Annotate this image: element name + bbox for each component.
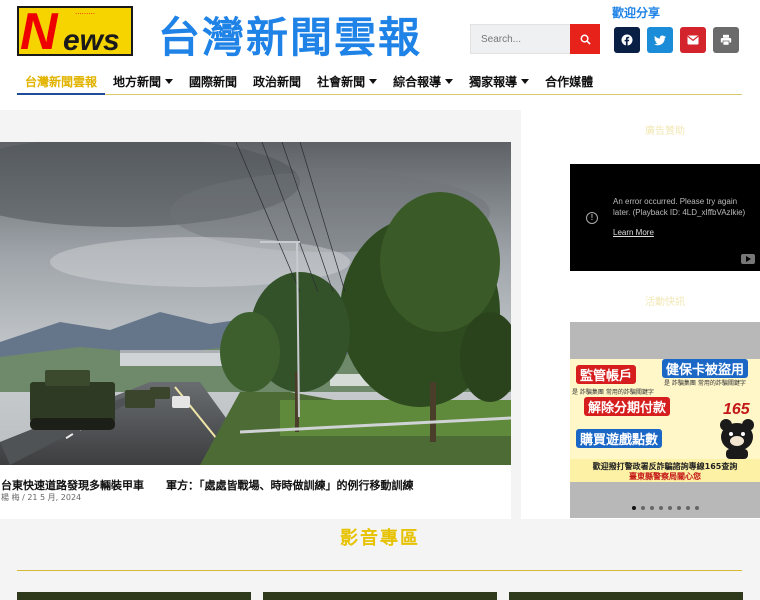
video-section-title: 影音專區	[340, 528, 420, 549]
email-icon	[687, 35, 699, 45]
nav-item-label: 獨家報導	[469, 74, 518, 89]
featured-article-title[interactable]: 台東快速道路發現多輛裝甲車 軍方：「處處皆戰場、時時做訓練」的例行移動訓練	[1, 477, 414, 493]
nav-item-3[interactable]: 政治新聞	[245, 68, 309, 94]
facebook-icon	[621, 34, 633, 46]
logo-tagline: ·········	[75, 10, 96, 18]
ad-heading: 廣告贊助	[645, 126, 685, 137]
featured-article-meta: 楊 梅 / 21 5 月, 2024	[1, 493, 82, 502]
video-thumbnail[interactable]	[509, 592, 743, 600]
youtube-icon[interactable]	[741, 254, 755, 264]
print-share-button[interactable]	[713, 27, 739, 53]
divider	[17, 570, 742, 571]
nav-item-label: 合作媒體	[545, 74, 594, 89]
video-thumbnail[interactable]	[17, 592, 251, 600]
nav-item-label: 國際新聞	[189, 74, 238, 89]
site-logo[interactable]: N ········· ews	[17, 6, 133, 56]
carousel-dot[interactable]	[685, 506, 690, 510]
promo-note-2: 是 詐騙集團 常用的詐騙關鍵字	[664, 380, 746, 387]
carousel-dot[interactable]	[649, 506, 654, 510]
nav-item-5[interactable]: 綜合報導	[385, 68, 461, 94]
nav-item-label: 地方新聞	[113, 74, 162, 89]
search-icon	[580, 34, 591, 45]
promo-carousel[interactable]: 監管帳戶 健保卡被盜用 是 詐騙集團 常用的詐騙關鍵字 是 詐騙集團 常用的詐騙…	[570, 322, 760, 518]
twitter-icon	[654, 35, 666, 45]
promo-tag-installment: 解除分期付款	[584, 397, 671, 416]
nav-item-label: 台灣新聞雲報	[25, 74, 98, 89]
chevron-down-icon	[165, 78, 174, 84]
promo-tag-monitored-account: 監管帳戶	[576, 365, 637, 384]
site-title[interactable]: 台灣新聞雲報	[158, 4, 422, 65]
share-heading: 歡迎分享	[612, 6, 661, 20]
carousel-dot[interactable]	[631, 506, 636, 510]
nav-item-4[interactable]: 社會新聞	[309, 68, 385, 94]
activity-heading: 活動快訊	[645, 297, 685, 308]
logo-text: ews	[63, 24, 120, 56]
print-icon	[720, 34, 732, 46]
promo-tag-game-points: 購買遊戲點數	[576, 429, 663, 448]
search-input[interactable]	[470, 24, 570, 54]
featured-image[interactable]	[0, 142, 511, 465]
carousel-dot[interactable]	[667, 506, 672, 510]
bear-mascot-icon	[720, 419, 754, 459]
carousel-dot[interactable]	[694, 506, 699, 510]
error-icon: !	[586, 212, 598, 224]
nav-item-7[interactable]: 合作媒體	[537, 68, 601, 94]
promo-note-1: 是 詐騙集團 常用的詐騙關鍵字	[572, 389, 654, 396]
promo-tag-health-card: 健保卡被盜用	[662, 359, 749, 378]
nav-item-label: 社會新聞	[317, 74, 366, 89]
embedded-video-player[interactable]: ! An error occurred. Please try again la…	[570, 164, 760, 271]
carousel-dot[interactable]	[676, 506, 681, 510]
carousel-dot[interactable]	[658, 506, 663, 510]
chevron-down-icon	[521, 78, 530, 84]
video-error-message: An error occurred. Please try again late…	[613, 197, 746, 217]
search-button[interactable]	[570, 24, 600, 54]
email-share-button[interactable]	[680, 27, 706, 53]
nav-item-1[interactable]: 地方新聞	[105, 68, 181, 94]
facebook-share-button[interactable]	[614, 27, 640, 53]
site-header: N ········· ews 台灣新聞雲報 歡迎分享	[0, 0, 760, 110]
carousel-dots	[570, 506, 760, 510]
learn-more-link[interactable]: Learn More	[613, 228, 654, 237]
main-nav: 台灣新聞雲報 地方新聞 國際新聞 政治新聞 社會新聞 綜合報導 獨家報導 合作媒體	[17, 68, 742, 95]
chevron-down-icon	[445, 78, 454, 84]
anti-fraud-banner[interactable]: 監管帳戶 健保卡被盜用 是 詐騙集團 常用的詐騙關鍵字 是 詐騙集團 常用的詐騙…	[570, 359, 760, 482]
carousel-dot[interactable]	[640, 506, 645, 510]
nav-item-0[interactable]: 台灣新聞雲報	[17, 68, 106, 95]
nav-item-6[interactable]: 獨家報導	[461, 68, 537, 94]
twitter-share-button[interactable]	[647, 27, 673, 53]
logo-letter: N	[20, 6, 58, 56]
nav-item-label: 政治新聞	[253, 74, 302, 89]
featured-caption: 台東快速道路發現多輛裝甲車 軍方：「處處皆戰場、時時做訓練」的例行移動訓練 楊 …	[0, 465, 511, 519]
nav-item-label: 綜合報導	[393, 74, 442, 89]
chevron-down-icon	[369, 78, 378, 84]
promo-footer: 歡迎撥打警政署反詐騙諮詢專線165查詢 臺東縣警察局關心您	[570, 459, 760, 482]
video-thumbnail[interactable]	[263, 592, 497, 600]
nav-item-2[interactable]: 國際新聞	[181, 68, 245, 94]
promo-sponsor-text: 臺東縣警察局關心您	[629, 472, 701, 481]
